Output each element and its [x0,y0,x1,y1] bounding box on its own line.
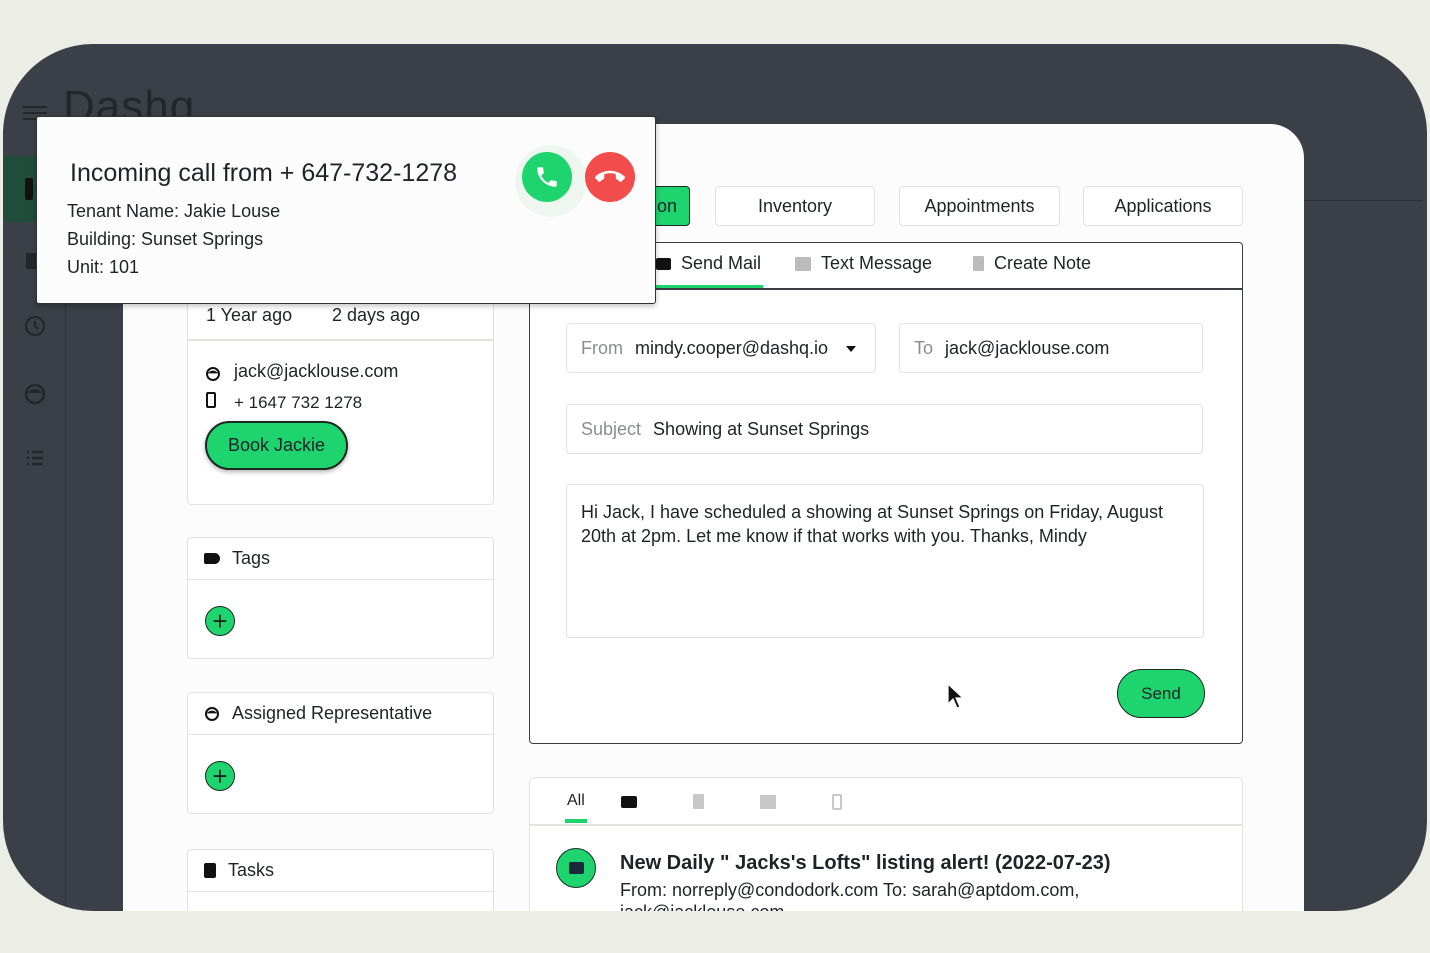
call-building: Building: Sunset Springs [67,229,264,249]
tab-label: Text Message [821,253,933,273]
clock-icon[interactable] [23,314,47,338]
subject-value: Showing at Sunset Springs [653,418,870,439]
history-item-meta: From: norreply@condodork.com To: sarah@a… [620,880,1080,900]
list-icon[interactable] [23,446,47,470]
chat-icon [795,256,811,271]
tasks-heading: Tasks [228,860,275,880]
contact-email[interactable]: jack@jacklouse.com [234,361,398,382]
to-label: To [914,337,934,358]
call-unit: Unit: 101 [67,257,140,277]
tasks-card: Tasks [187,849,494,919]
tab-create-note[interactable]: Create Note [973,253,1091,274]
tenant-icon [25,178,33,200]
face-icon [206,367,220,381]
call-tenant: Tenant Name: Jakie Louse [67,201,281,221]
tab-applications[interactable]: Applications [1083,186,1243,226]
message-body[interactable]: Hi Jack, I have scheduled a showing at S… [566,484,1204,638]
bottom-margin [0,911,1430,953]
representative-heading: Assigned Representative [232,703,433,723]
phone-icon [537,167,557,187]
tags-card: Tags + [187,537,494,659]
book-button[interactable]: Book Jackie [205,421,348,470]
cursor-icon [947,682,964,709]
representative-card: Assigned Representative + [187,692,494,814]
hang-up-icon [595,170,625,182]
phone-icon [206,392,216,408]
from-value: mindy.cooper@dashq.io [635,337,829,358]
incoming-call-popup: Incoming call from + 647-732-1278 Tenant… [36,116,656,304]
tab-inventory[interactable]: Inventory [715,186,875,226]
email-item-icon [556,848,596,888]
to-field[interactable]: To jack@jacklouse.com [899,323,1203,373]
contact-phone[interactable]: + 1647 732 1278 [234,393,362,413]
task-icon [204,863,216,878]
from-label: From [581,337,623,358]
tab-text-message[interactable]: Text Message [795,253,932,274]
note-icon [973,256,984,271]
add-tag-button[interactable]: + [205,606,235,636]
subject-label: Subject [581,418,642,439]
add-representative-button[interactable]: + [205,761,235,791]
contact-card: 1 Year ago 2 days ago jack@jacklouse.com… [187,290,494,505]
tags-heading: Tags [232,548,271,568]
to-value: jack@jacklouse.com [945,337,1110,358]
send-button[interactable]: Send [1117,669,1205,718]
subject-field[interactable]: Subject Showing at Sunset Springs [566,404,1203,454]
mail-icon [656,257,671,270]
tab-appointments[interactable]: Appointments [899,186,1060,226]
mail-filter-icon[interactable] [621,796,637,808]
tab-label: Send Mail [681,253,762,273]
history-item-title[interactable]: New Daily " Jacks's Lofts" listing alert… [620,852,1111,875]
tag-icon [204,553,220,564]
message-text: Hi Jack, I have scheduled a showing at S… [581,502,1163,546]
face-icon [205,706,219,721]
from-select[interactable]: From mindy.cooper@dashq.io [566,323,876,373]
face-icon[interactable] [23,382,47,406]
header-divider [1303,200,1423,201]
phone-filter-icon[interactable] [832,794,842,810]
filter-all[interactable]: All [567,792,585,810]
accept-call-button[interactable] [522,152,572,202]
chevron-down-icon [846,345,857,357]
chat-filter-icon[interactable] [760,795,776,809]
decline-call-button[interactable] [585,152,635,202]
last-contact: 2 days ago [332,305,421,325]
tenant-since: 1 Year ago [206,305,293,325]
call-title: Incoming call from + 647-732-1278 [70,159,458,187]
divider [530,824,1242,826]
divider [188,339,493,341]
active-filter-indicator [565,819,587,823]
note-filter-icon[interactable] [693,794,704,809]
compose-panel: Send Mail Text Message Create Note From m… [529,242,1243,744]
tab-label: Create Note [994,253,1092,273]
tab-send-mail[interactable]: Send Mail [656,253,761,274]
